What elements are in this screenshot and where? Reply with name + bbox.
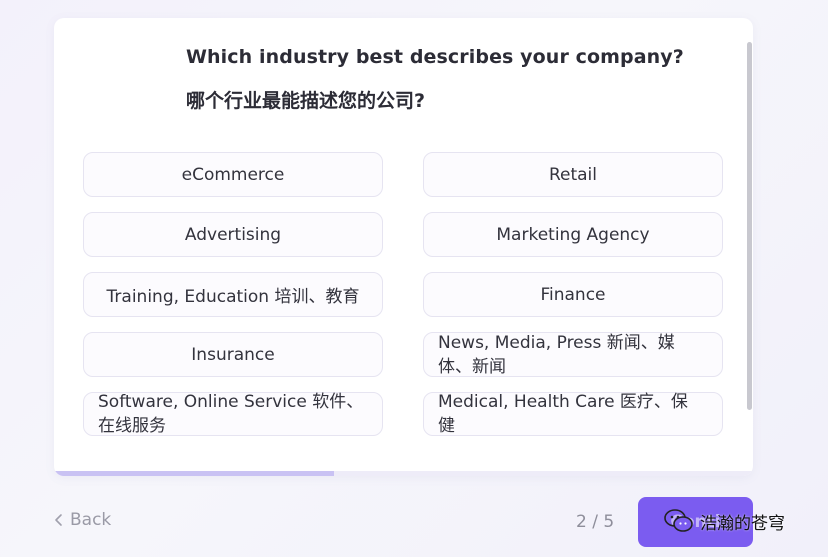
option-training-education[interactable]: Training, Education 培训、教育 <box>83 272 383 317</box>
progress-bar-fill <box>54 471 334 476</box>
option-label: Insurance <box>191 344 275 365</box>
option-label: Retail <box>548 164 598 185</box>
option-advertising[interactable]: Advertising <box>83 212 383 257</box>
watermark-text: 浩瀚的苍穹 <box>700 513 785 534</box>
scrollbar-thumb[interactable] <box>747 42 752 410</box>
option-label-line1: Medical, Health Care 医疗、保 <box>438 392 688 412</box>
option-label: Finance <box>540 284 606 305</box>
back-button[interactable]: Back <box>54 510 111 530</box>
back-label: Back <box>70 510 112 530</box>
option-label: Marketing Agency <box>496 224 650 245</box>
question-title-english: Which industry best describes your compa… <box>186 46 684 68</box>
watermark: 浩瀚的苍穹 <box>664 508 785 534</box>
step-indicator: 2 / 5 <box>576 512 615 532</box>
option-finance[interactable]: Finance <box>423 272 723 317</box>
question-title-chinese: 哪个行业最能描述您的公司? <box>186 90 426 112</box>
option-label-line2: 在线服务 <box>98 416 166 436</box>
option-label-line1: Software, Online Service 软件、 <box>98 392 364 412</box>
option-label: Advertising <box>184 224 282 245</box>
option-label-line1: News, Media, Press 新闻、媒 <box>438 332 675 353</box>
option-ecommerce[interactable]: eCommerce <box>83 152 383 197</box>
option-marketing-agency[interactable]: Marketing Agency <box>423 212 723 257</box>
scrollbar[interactable] <box>745 18 753 458</box>
chevron-left-icon <box>55 514 62 526</box>
wechat-icon <box>664 509 693 532</box>
option-news-media-press[interactable]: News, Media, Press 新闻、媒 体、新闻 <box>423 332 723 377</box>
option-label: Training, Education 培训、教育 <box>106 287 360 307</box>
option-medical-health-care[interactable]: Medical, Health Care 医疗、保 健 <box>423 392 723 436</box>
progress-bar <box>54 471 753 476</box>
option-label-line2: 健 <box>438 416 455 436</box>
question-card: Which industry best describes your compa… <box>54 18 753 476</box>
option-label: eCommerce <box>181 164 285 185</box>
option-software-online-service[interactable]: Software, Online Service 软件、 在线服务 <box>83 392 383 436</box>
option-label-line2: 体、新闻 <box>438 356 506 377</box>
option-insurance[interactable]: Insurance <box>83 332 383 377</box>
option-retail[interactable]: Retail <box>423 152 723 197</box>
